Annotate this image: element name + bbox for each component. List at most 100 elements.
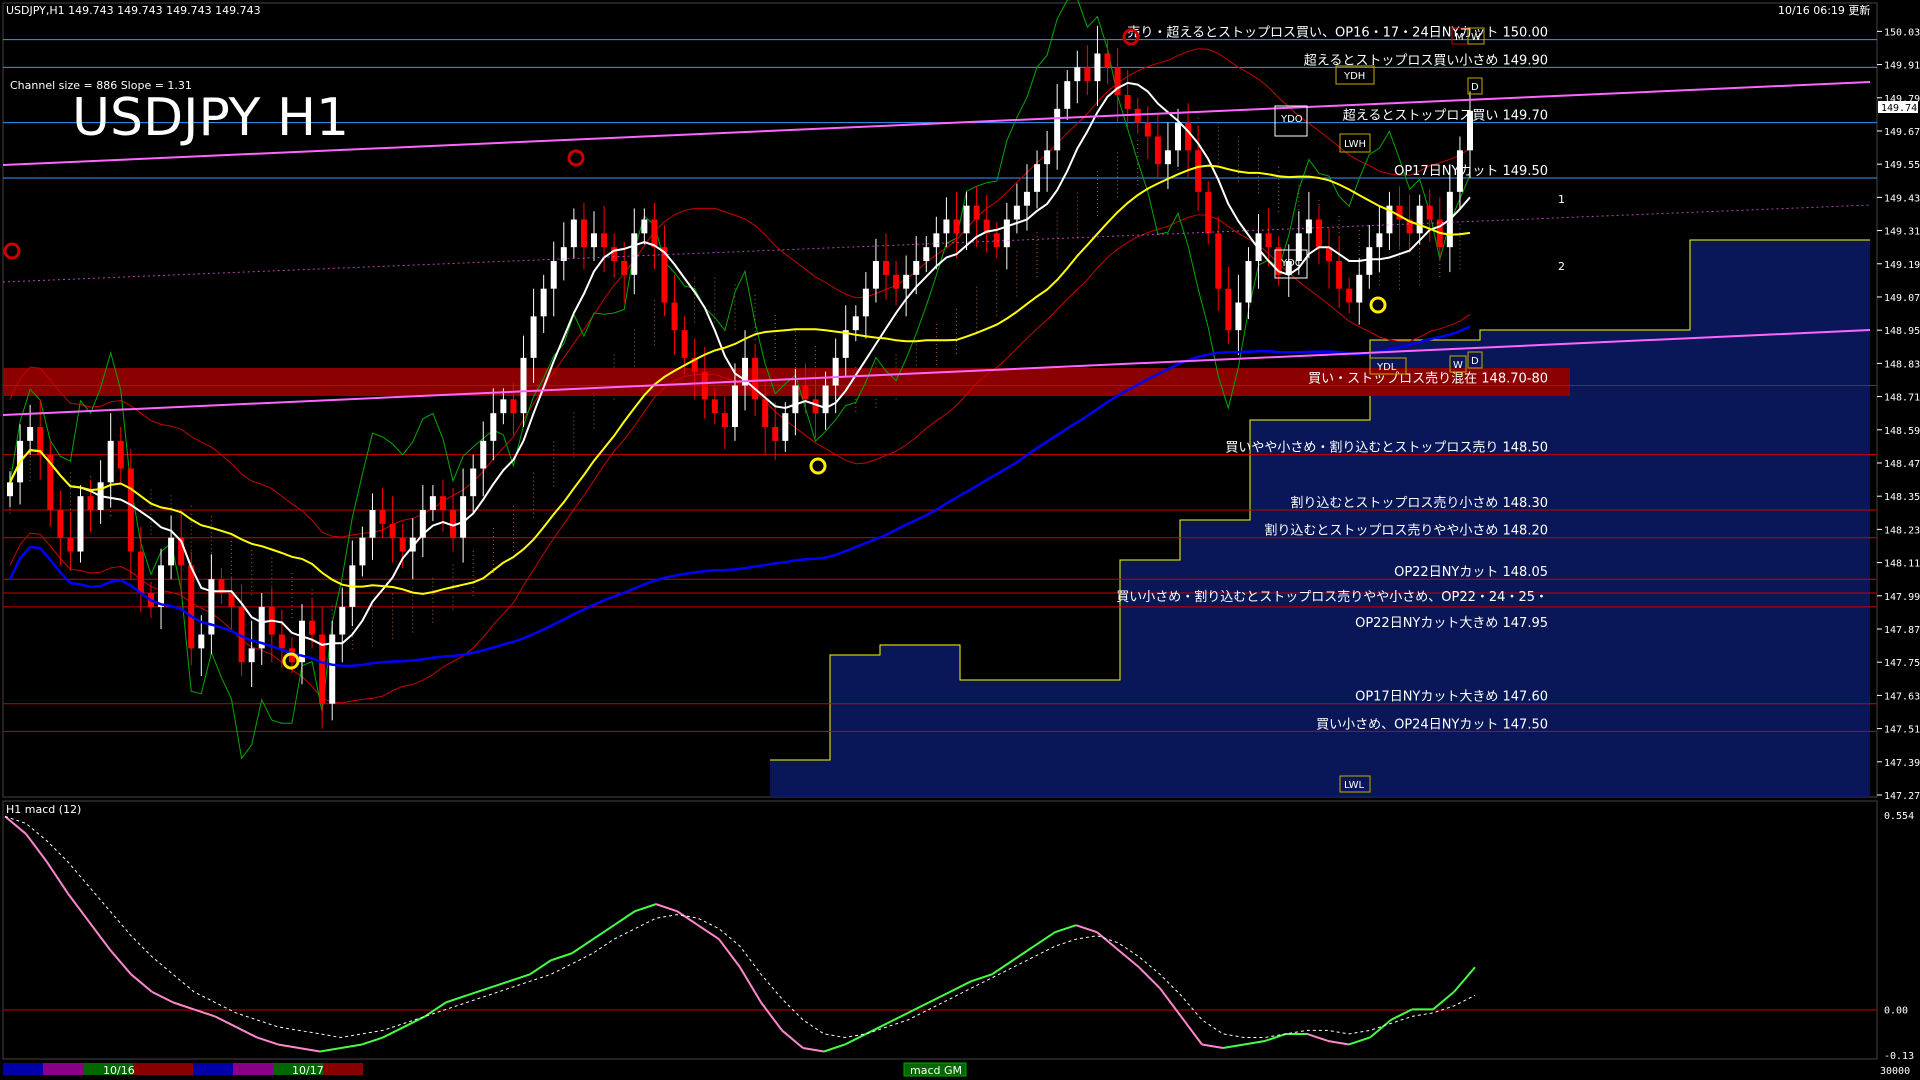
candle-body <box>1356 274 1363 303</box>
candle-body <box>1235 302 1242 331</box>
candle-body <box>1185 122 1192 151</box>
candle-body <box>1084 67 1091 82</box>
candle-body <box>963 205 970 234</box>
time-segment <box>233 1063 273 1075</box>
candle-body <box>631 233 638 275</box>
price-tick-label: 149.910 <box>1884 61 1920 72</box>
price-tick-label: 148.830 <box>1884 359 1920 370</box>
channel-label-1: 1 <box>1558 193 1565 206</box>
candle-body <box>510 399 517 414</box>
candle-body <box>1336 261 1343 289</box>
candle-body <box>852 316 859 331</box>
candle-body <box>1034 164 1041 192</box>
candle-body <box>1003 219 1010 248</box>
bottom-axis-value: 30000 <box>1880 1066 1910 1077</box>
candle-body <box>591 233 597 248</box>
candle-body <box>389 523 396 538</box>
candle-body <box>27 427 34 441</box>
channel-label-2: 2 <box>1558 260 1565 273</box>
price-tick-label: 148.230 <box>1884 525 1920 536</box>
ydh-label: YDH <box>1343 71 1365 82</box>
candle-body <box>127 468 134 552</box>
lwl-label: LWL <box>1344 780 1365 791</box>
level-label: 買い小さめ、OP24日NYカット 147.50 <box>1316 717 1548 732</box>
candle-body <box>1195 150 1202 192</box>
time-segment <box>323 1063 363 1075</box>
date-label-1017: 10/17 <box>292 1064 324 1077</box>
price-tick-label: 149.190 <box>1884 260 1920 271</box>
update-datetime: 10/16 06:19 更新 <box>1778 3 1870 17</box>
d-label-bottom: D <box>1471 356 1479 367</box>
candle-body <box>641 219 648 234</box>
candle-body <box>580 219 587 248</box>
candle-body <box>1164 150 1171 165</box>
candle-body <box>1426 205 1433 220</box>
candle-body <box>369 510 376 538</box>
candle-body <box>1124 95 1131 109</box>
price-tick-label: 149.670 <box>1884 127 1920 138</box>
candle-body <box>87 496 94 511</box>
candle-body <box>1346 288 1353 303</box>
candle-body <box>842 330 849 358</box>
candle-body <box>782 413 789 441</box>
candle-body <box>117 440 124 469</box>
candle-body <box>1144 122 1151 137</box>
candle-body <box>953 219 960 234</box>
level-label: 買い・ストップロス売り混在 148.70-80 <box>1308 371 1548 387</box>
candle-body <box>1305 219 1312 234</box>
candle-body <box>993 233 1000 248</box>
level-label: 買いやや小さめ・割り込むとストップロス売り 148.50 <box>1225 440 1548 456</box>
candle-body <box>1295 233 1302 262</box>
candle-body <box>1064 81 1071 109</box>
candle-body <box>7 482 13 497</box>
candle-body <box>158 565 165 607</box>
candle-body <box>248 648 255 663</box>
time-segment <box>43 1063 83 1075</box>
level-label: 買い小さめ・割り込むとストップロス売りやや小さめ、OP22・24・25・ <box>1116 589 1548 605</box>
candle-body <box>1205 191 1212 234</box>
date-label-1016: 10/16 <box>103 1064 135 1077</box>
candle-body <box>1094 53 1101 82</box>
candle-body <box>1225 288 1232 331</box>
candle-body <box>480 440 487 469</box>
candle-body <box>540 288 547 317</box>
candle-body <box>1134 108 1141 123</box>
symbol-info: USDJPY,H1 149.743 149.743 149.743 149.74… <box>6 4 261 17</box>
big-title: USDJPY H1 <box>72 88 349 148</box>
candle-body <box>359 537 366 566</box>
candle-body <box>711 399 718 414</box>
level-label: OP17日NYカット 149.50 <box>1394 164 1548 179</box>
candle-body <box>309 620 316 635</box>
candle-body <box>1013 205 1020 220</box>
candle-body <box>772 427 779 441</box>
candle-body <box>77 496 84 552</box>
candle-body <box>1245 261 1252 303</box>
candle-body <box>762 399 769 428</box>
candle-body <box>893 274 900 289</box>
candle-body <box>339 606 346 635</box>
price-tick-label: 149.550 <box>1884 160 1920 171</box>
candle-body <box>943 219 950 234</box>
candle-body <box>701 371 708 400</box>
candle-body <box>278 634 285 649</box>
candle-body <box>1315 219 1322 248</box>
candle-body <box>1366 247 1373 275</box>
candle-body <box>490 413 497 441</box>
macd-tick-label: 0.00 <box>1884 1005 1908 1016</box>
price-tick-label: 147.270 <box>1884 791 1920 802</box>
candle-body <box>923 247 930 262</box>
level-label: 割り込むとストップロス売り小さめ 148.30 <box>1290 495 1548 511</box>
candle-body <box>1215 233 1222 289</box>
ydl-label: YDL <box>1376 362 1397 373</box>
candle-body <box>752 357 759 400</box>
candle-body <box>681 330 688 358</box>
candle-body <box>802 385 809 400</box>
candle-body <box>460 496 467 538</box>
candle-body <box>651 219 658 248</box>
candle-body <box>1054 108 1061 151</box>
candle-body <box>1044 150 1051 165</box>
macd-tick-label: -0.13 <box>1884 1051 1914 1062</box>
level-label: 超えるとストップロス買い 149.70 <box>1343 109 1548 124</box>
candle-body <box>188 565 195 649</box>
candle-body <box>731 385 738 428</box>
